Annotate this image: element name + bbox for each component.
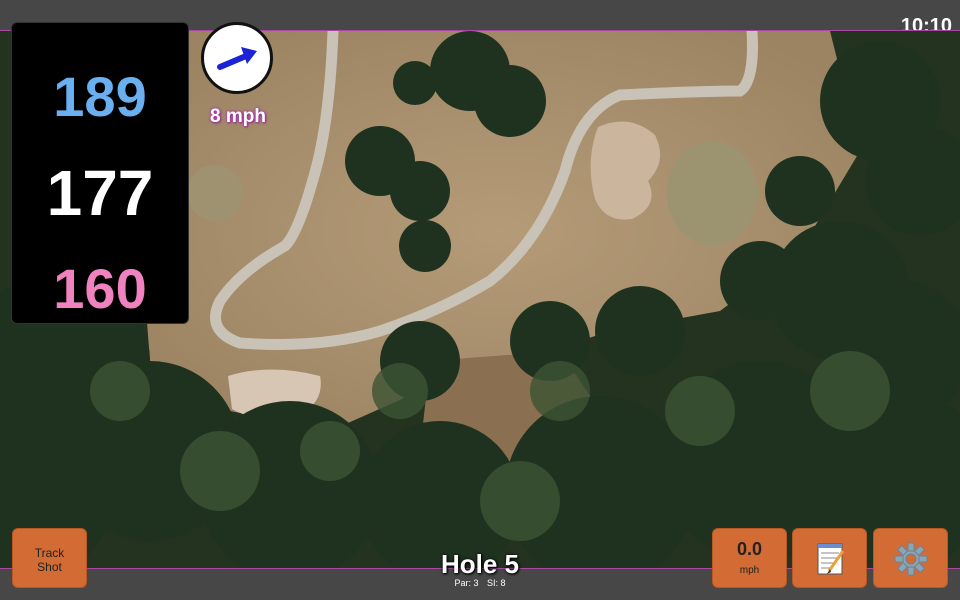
wind-speed: 8 mph [210,106,266,127]
track-shot-button[interactable]: Track Shot [12,528,87,588]
back-yardage: 189 [53,65,147,128]
hole-stroke-index: SI: 8 [487,578,506,588]
hole-par: Par: 3 [454,578,479,588]
wind-indicator [201,22,273,94]
track-shot-label-line2: Shot [37,560,62,574]
hole-info: Par: 3 SI: 8 [380,578,580,588]
speed-button[interactable]: 0.0 mph [712,528,787,588]
center-yardage: 177 [46,157,154,229]
notepad-icon [817,543,845,575]
settings-button[interactable] [873,528,948,588]
gear-icon [894,542,928,576]
speed-unit: mph [739,565,760,576]
track-shot-label-line1: Track [34,546,65,560]
notes-button[interactable] [792,528,867,588]
speed-value: 0.0 [736,539,763,559]
yardage-panel: 189 177 160 [11,22,189,324]
wind-arrow-icon [217,47,257,70]
hole-title: Hole 5 [440,549,520,579]
front-yardage: 160 [53,257,147,320]
